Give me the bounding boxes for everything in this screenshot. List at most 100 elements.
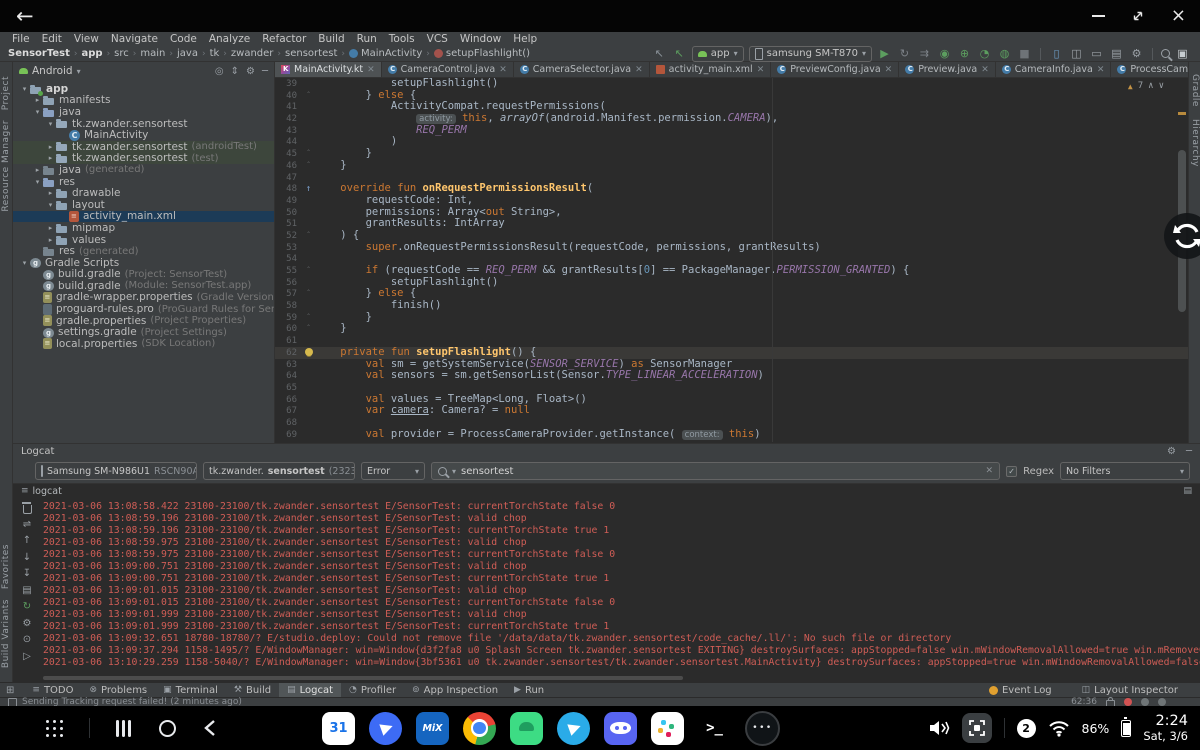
tree-chevron-icon[interactable]: ▸ <box>32 96 43 104</box>
expand-collapse-icon[interactable]: ⇕ <box>231 66 239 77</box>
fold-icon[interactable]: ˆ <box>302 312 315 324</box>
tree-item-settings-gradle[interactable]: settings.gradle(Project Settings) <box>13 326 274 338</box>
avd-manager-icon[interactable]: ▤ <box>1109 47 1124 61</box>
tool-app-inspection-button[interactable]: ⊚App Inspection <box>404 683 506 698</box>
tree-item-tk-zwander-sensortest[interactable]: ▾tk.zwander.sensortest <box>13 118 274 130</box>
menu-code[interactable]: Code <box>164 33 203 45</box>
scroll-up-icon[interactable]: ↑ <box>23 535 31 547</box>
error-indicator-icon[interactable] <box>1124 698 1132 706</box>
tree-chevron-icon[interactable]: ▸ <box>45 154 56 162</box>
chrome-app-icon[interactable] <box>463 712 496 745</box>
editor-tab-cameraselector-java[interactable]: CameraSelector.java✕ <box>514 62 650 77</box>
tool-strip-build-variants[interactable]: Build Variants <box>1 599 11 668</box>
tree-item-build-gradle[interactable]: build.gradle(Project: SensorTest) <box>13 269 274 281</box>
slack-app-icon[interactable] <box>651 712 684 745</box>
notifications-icon[interactable]: ▣ <box>1175 47 1190 61</box>
breadcrumb-item[interactable]: sensortest <box>285 48 337 59</box>
screenshot-icon[interactable]: ⊙ <box>23 634 31 646</box>
logcat-device-selector[interactable]: Samsung SM-N986U1 RSCN90A ▾ <box>35 462 197 480</box>
editor-tab-camerainfo-java[interactable]: CameraInfo.java✕ <box>996 62 1112 77</box>
tree-chevron-icon[interactable]: ▾ <box>45 201 56 209</box>
close-tab-icon[interactable]: ✕ <box>885 65 893 75</box>
logcat-hscrollbar[interactable] <box>43 676 683 680</box>
close-icon[interactable]: × <box>1171 7 1186 25</box>
device-manager-icon[interactable]: ▯ <box>1049 47 1064 61</box>
tree-item-mainactivity[interactable]: MainActivity <box>13 129 274 141</box>
tree-item-build-gradle[interactable]: build.gradle(Module: SensorTest.app) <box>13 280 274 292</box>
home-button[interactable] <box>159 720 176 737</box>
tree-item-res[interactable]: ▾res <box>13 176 274 188</box>
menu-navigate[interactable]: Navigate <box>105 33 164 45</box>
minimize-icon[interactable] <box>1092 15 1105 17</box>
mute-icon[interactable] <box>928 718 950 738</box>
editor-tab-preview-java[interactable]: Preview.java✕ <box>899 62 996 77</box>
logcat-settings-icon[interactable]: ⚙ <box>23 618 32 630</box>
settings-icon[interactable]: ⚙ <box>246 66 255 77</box>
editor-tab-processcameraprovider-java[interactable]: ProcessCameraProvider.java✕ <box>1111 62 1188 77</box>
tool-profiler-button[interactable]: ◔Profiler <box>341 683 404 698</box>
screen-capture-button[interactable] <box>962 713 992 743</box>
fold-icon[interactable]: ˆ <box>302 90 315 102</box>
tool-strip-resource-manager[interactable]: Resource Manager <box>1 120 11 212</box>
clear-logcat-icon[interactable] <box>23 505 32 514</box>
back-arrow-icon[interactable]: ← <box>16 0 34 32</box>
menu-edit[interactable]: Edit <box>36 33 68 45</box>
more-app-icon[interactable]: ••• <box>745 711 780 746</box>
print-icon[interactable]: ▤ <box>22 585 31 597</box>
tool-windows-corner-icon[interactable]: ⊞ <box>6 685 14 696</box>
search-everywhere-icon[interactable] <box>1161 49 1170 58</box>
logcat-process-selector[interactable]: tk.zwander.sensortest (23232) [DE ▾ <box>203 462 355 480</box>
menu-vcs[interactable]: VCS <box>421 33 454 45</box>
tool-strip-gradle[interactable]: Gradle <box>1190 74 1200 107</box>
close-tab-icon[interactable]: ✕ <box>757 65 765 75</box>
project-view-selector[interactable]: Android <box>32 65 73 77</box>
tree-chevron-icon[interactable]: ▸ <box>32 166 43 174</box>
locate-file-icon[interactable]: ◎ <box>215 66 224 77</box>
logcat-search-input[interactable]: ▾ sensortest ✕ <box>431 462 1000 480</box>
tree-chevron-icon[interactable]: ▾ <box>19 85 30 93</box>
editor-tab-activity-main-xml[interactable]: activity_main.xml✕ <box>650 62 772 77</box>
logcat-gear-icon[interactable]: ⚙ <box>1167 446 1176 457</box>
code-area[interactable]: 39 setupFlashlight()40ˆ } else {41 Activ… <box>275 78 1188 442</box>
menu-window[interactable]: Window <box>454 33 507 45</box>
tree-chevron-icon[interactable]: ▾ <box>45 120 56 128</box>
logcat-tab[interactable]: ≡ logcat ▤ <box>13 484 1200 498</box>
tree-item-gradle-properties[interactable]: gradle.properties(Project Properties) <box>13 315 274 327</box>
target-device-selector[interactable]: samsung SM-T870▾ <box>749 46 872 62</box>
menu-help[interactable]: Help <box>507 33 543 45</box>
menu-tools[interactable]: Tools <box>383 33 421 45</box>
tree-chevron-icon[interactable]: ▸ <box>45 143 56 151</box>
hide-panel-icon[interactable]: ─ <box>262 66 268 77</box>
sdk-manager-icon[interactable]: ⚙ <box>1129 47 1144 61</box>
scroll-down-icon[interactable]: ↓ <box>23 552 31 564</box>
wifi-icon[interactable] <box>1048 720 1070 737</box>
tree-chevron-icon[interactable]: ▸ <box>45 189 56 197</box>
tree-item-gradle-scripts[interactable]: ▾Gradle Scripts <box>13 257 274 269</box>
tree-item-layout[interactable]: ▾layout <box>13 199 274 211</box>
breadcrumb-item[interactable]: java <box>177 48 198 59</box>
tool-build-button[interactable]: ⚒Build <box>226 683 279 698</box>
recents-button[interactable] <box>116 720 133 737</box>
tool-problems-button[interactable]: ⊗Problems <box>82 683 156 698</box>
close-tab-icon[interactable]: ✕ <box>499 65 507 75</box>
fold-icon[interactable]: ˆ <box>302 323 315 335</box>
nav-forward-icon[interactable]: ↖ <box>672 47 687 61</box>
wrap-icon[interactable]: ▤ <box>1183 486 1192 496</box>
logcat-hide-icon[interactable]: ─ <box>1186 446 1192 457</box>
tree-item-java[interactable]: ▾java <box>13 106 274 118</box>
menu-run[interactable]: Run <box>351 33 383 45</box>
close-tab-icon[interactable]: ✕ <box>367 65 375 75</box>
tree-item-java[interactable]: ▸java(generated) <box>13 164 274 176</box>
soft-wrap-icon[interactable]: ⇌ <box>23 519 31 531</box>
tool-todo-button[interactable]: ≡TODO <box>24 683 81 698</box>
tool-strip-favorites[interactable]: Favorites <box>1 544 11 589</box>
menu-analyze[interactable]: Analyze <box>203 33 256 45</box>
restart-logcat-icon[interactable]: ↻ <box>23 601 31 613</box>
tree-chevron-icon[interactable]: ▸ <box>45 236 56 244</box>
profiler-icon[interactable]: ◔ <box>977 47 992 61</box>
next-issue-icon[interactable]: ∨ <box>1159 81 1164 91</box>
emulator-icon[interactable]: ▭ <box>1089 47 1104 61</box>
apply-code-changes-icon[interactable]: ⇉ <box>917 47 932 61</box>
event-log-button[interactable]: Event Log <box>981 683 1060 698</box>
run-config-selector[interactable]: app▾ <box>692 46 744 62</box>
